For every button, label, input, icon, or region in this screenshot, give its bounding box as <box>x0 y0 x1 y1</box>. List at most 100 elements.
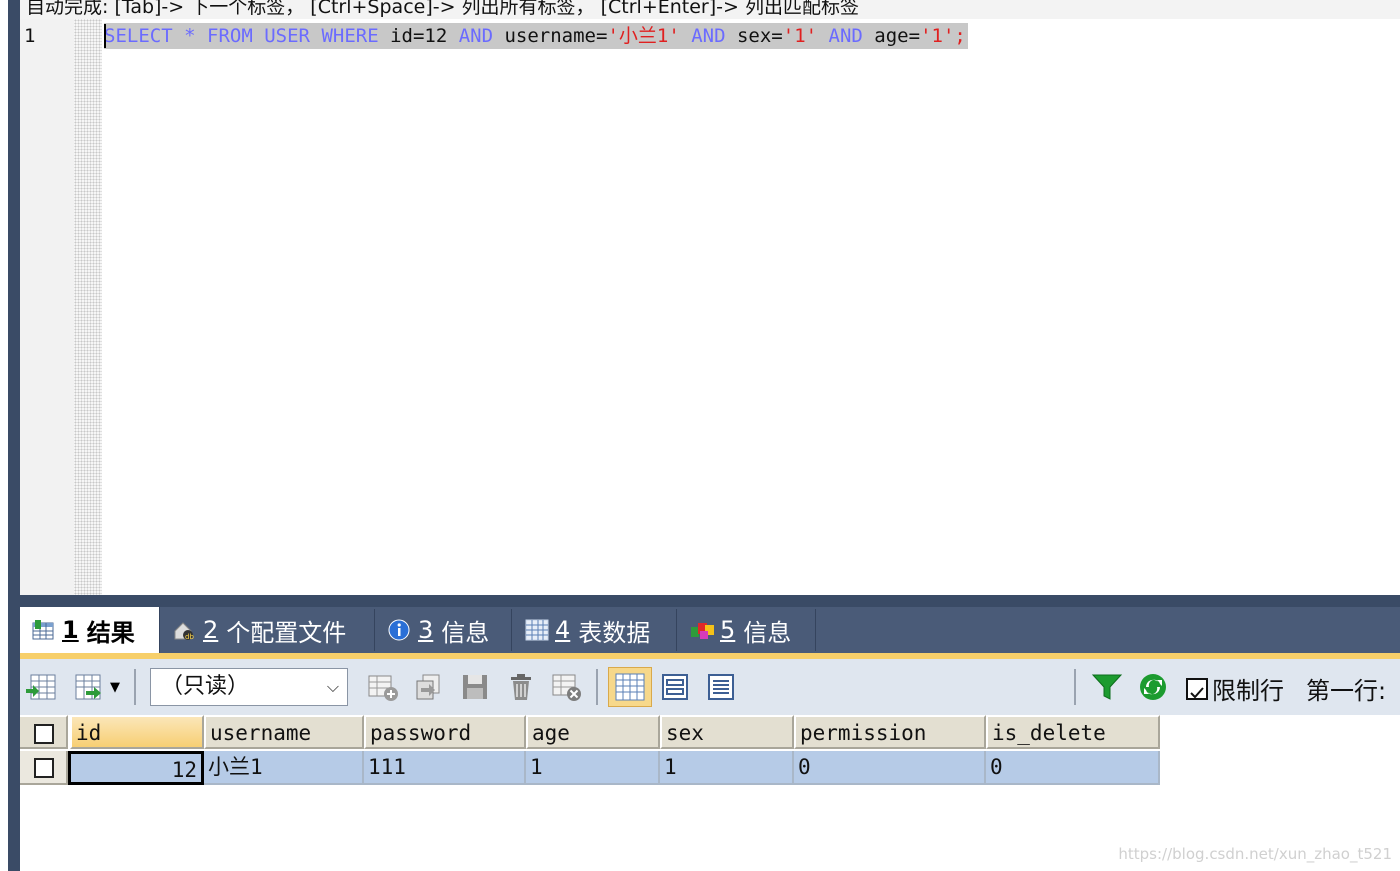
tab-profiles-number: 2 <box>203 616 219 644</box>
export-grid-button[interactable] <box>24 667 58 707</box>
select-all-header[interactable] <box>20 715 68 749</box>
cell-id[interactable]: 12 <box>68 751 204 785</box>
form-view-icon <box>662 674 688 700</box>
toolbar-divider <box>1074 669 1076 705</box>
sql-token-plain: age= <box>862 25 921 47</box>
sql-token-plain <box>253 25 264 47</box>
cell-permission[interactable]: 0 <box>794 751 986 785</box>
profile-icon: db <box>173 619 195 641</box>
save-button[interactable] <box>458 667 492 707</box>
autocomplete-hint: 自动完成: [Tab]-> 下一个标签， [Ctrl+Space]-> 列出所有… <box>20 0 1400 19</box>
svg-text:db: db <box>185 633 194 641</box>
toolbar-divider <box>134 669 136 705</box>
column-header-age[interactable]: age <box>526 715 660 749</box>
toolbar-divider <box>596 669 598 705</box>
info-blocks-icon <box>690 619 714 641</box>
sql-token-plain <box>310 25 321 47</box>
form-view-button[interactable] <box>658 667 692 707</box>
sql-token-kw: AND <box>828 25 863 47</box>
trash-icon <box>511 674 531 700</box>
line-number-gutter: 1 <box>20 19 74 595</box>
watermark: https://blog.csdn.net/xun_zhao_t521 <box>1118 845 1392 863</box>
tab-info-number: 3 <box>418 616 434 644</box>
tab-info-label: 信息 <box>441 618 490 647</box>
insert-row-button[interactable] <box>366 667 400 707</box>
sql-token-str: '1' <box>782 25 818 47</box>
column-header-id[interactable]: id <box>70 715 204 749</box>
line-number: 1 <box>24 25 36 47</box>
sql-editor[interactable]: 1 SELECT * FROM USER WHERE id=12 AND use… <box>20 19 1400 595</box>
filter-button[interactable] <box>1090 667 1124 707</box>
filter-funnel-icon <box>1091 674 1123 700</box>
text-view-button[interactable] <box>704 667 738 707</box>
duplicate-icon <box>416 674 440 700</box>
delete-row-button[interactable] <box>504 667 538 707</box>
pane-splitter[interactable] <box>20 595 1400 607</box>
column-header-username[interactable]: username <box>204 715 364 749</box>
tab-info-2[interactable]: 5 信息 <box>678 609 816 651</box>
table-data-icon <box>525 619 549 641</box>
import-grid-icon <box>75 674 101 700</box>
cell-password[interactable]: 111 <box>364 751 526 785</box>
refresh-icon <box>1140 674 1166 700</box>
tab-info-2-number: 5 <box>720 616 736 644</box>
result-table-icon <box>32 619 54 641</box>
column-header-sex[interactable]: sex <box>660 715 794 749</box>
import-grid-dropdown[interactable]: ▼ <box>68 667 126 707</box>
result-toolbar: ▼ （只读） ⌵ 限制行 第一行: <box>20 659 1400 715</box>
sql-token-kw: SELECT <box>104 25 173 47</box>
tab-table-data[interactable]: 4 表数据 <box>513 609 677 651</box>
sql-token-str: ; <box>954 25 966 47</box>
sql-token-plain: username= <box>493 25 608 47</box>
tab-table-data-number: 4 <box>555 616 571 644</box>
tab-info[interactable]: 3 信息 <box>376 609 512 651</box>
sql-token-str: '小兰1' <box>607 25 680 47</box>
column-header-is-delete[interactable]: is_delete <box>986 715 1160 749</box>
tab-info-2-label: 信息 <box>743 618 792 647</box>
readonly-mode-select[interactable]: （只读） ⌵ <box>150 668 348 706</box>
sql-token-plain: sex= <box>725 25 783 47</box>
tab-table-data-label: 表数据 <box>578 618 651 647</box>
row-checkbox[interactable] <box>34 758 54 778</box>
tab-results-label: 结果 <box>86 618 135 647</box>
sql-token-kw: AND <box>458 25 494 47</box>
sql-token-plain <box>680 25 691 47</box>
info-icon <box>388 619 410 641</box>
column-header-permission[interactable]: permission <box>794 715 986 749</box>
refresh-button[interactable] <box>1136 667 1170 707</box>
grid-view-button[interactable] <box>608 667 652 707</box>
sql-token-plain <box>173 25 184 47</box>
sql-query-line[interactable]: SELECT * FROM USER WHERE id=12 AND usern… <box>104 23 968 49</box>
chevron-down-icon: ▼ <box>110 679 120 695</box>
sql-token-kw: USER <box>264 25 310 47</box>
first-row-label: 第一行: <box>1306 677 1387 705</box>
tab-profiles[interactable]: db 2 个配置文件 <box>161 609 375 651</box>
fold-margin <box>74 19 102 595</box>
sql-token-kw: FROM <box>207 25 253 47</box>
sql-token-plain <box>196 25 207 47</box>
cell-sex[interactable]: 1 <box>660 751 794 785</box>
sql-token-plain <box>817 25 828 47</box>
sql-token-kw: * <box>184 25 196 47</box>
cell-is-delete[interactable]: 0 <box>986 751 1160 785</box>
cancel-changes-button[interactable] <box>550 667 584 707</box>
select-all-checkbox[interactable] <box>34 724 54 744</box>
sql-token-plain: id=12 <box>378 25 459 47</box>
text-view-icon <box>708 674 734 700</box>
column-header-password[interactable]: password <box>364 715 526 749</box>
cell-username[interactable]: 小兰1 <box>204 751 364 785</box>
chevron-down-icon: ⌵ <box>326 677 339 696</box>
sql-token-kw: WHERE <box>321 25 379 47</box>
duplicate-row-button[interactable] <box>412 667 446 707</box>
left-frame <box>0 0 20 871</box>
limit-rows-label: 限制行 <box>1212 677 1284 705</box>
cell-age[interactable]: 1 <box>526 751 660 785</box>
limit-rows-toggle[interactable]: 限制行 <box>1186 671 1284 706</box>
limit-rows-checkbox[interactable] <box>1186 677 1208 700</box>
cancel-grid-icon <box>552 674 581 701</box>
tab-results[interactable]: 1 结果 <box>20 607 160 653</box>
row-select-cell[interactable] <box>20 751 68 785</box>
text-caret <box>104 24 106 48</box>
sql-token-kw: AND <box>691 25 726 47</box>
mode-select-value: （只读） <box>161 674 250 699</box>
